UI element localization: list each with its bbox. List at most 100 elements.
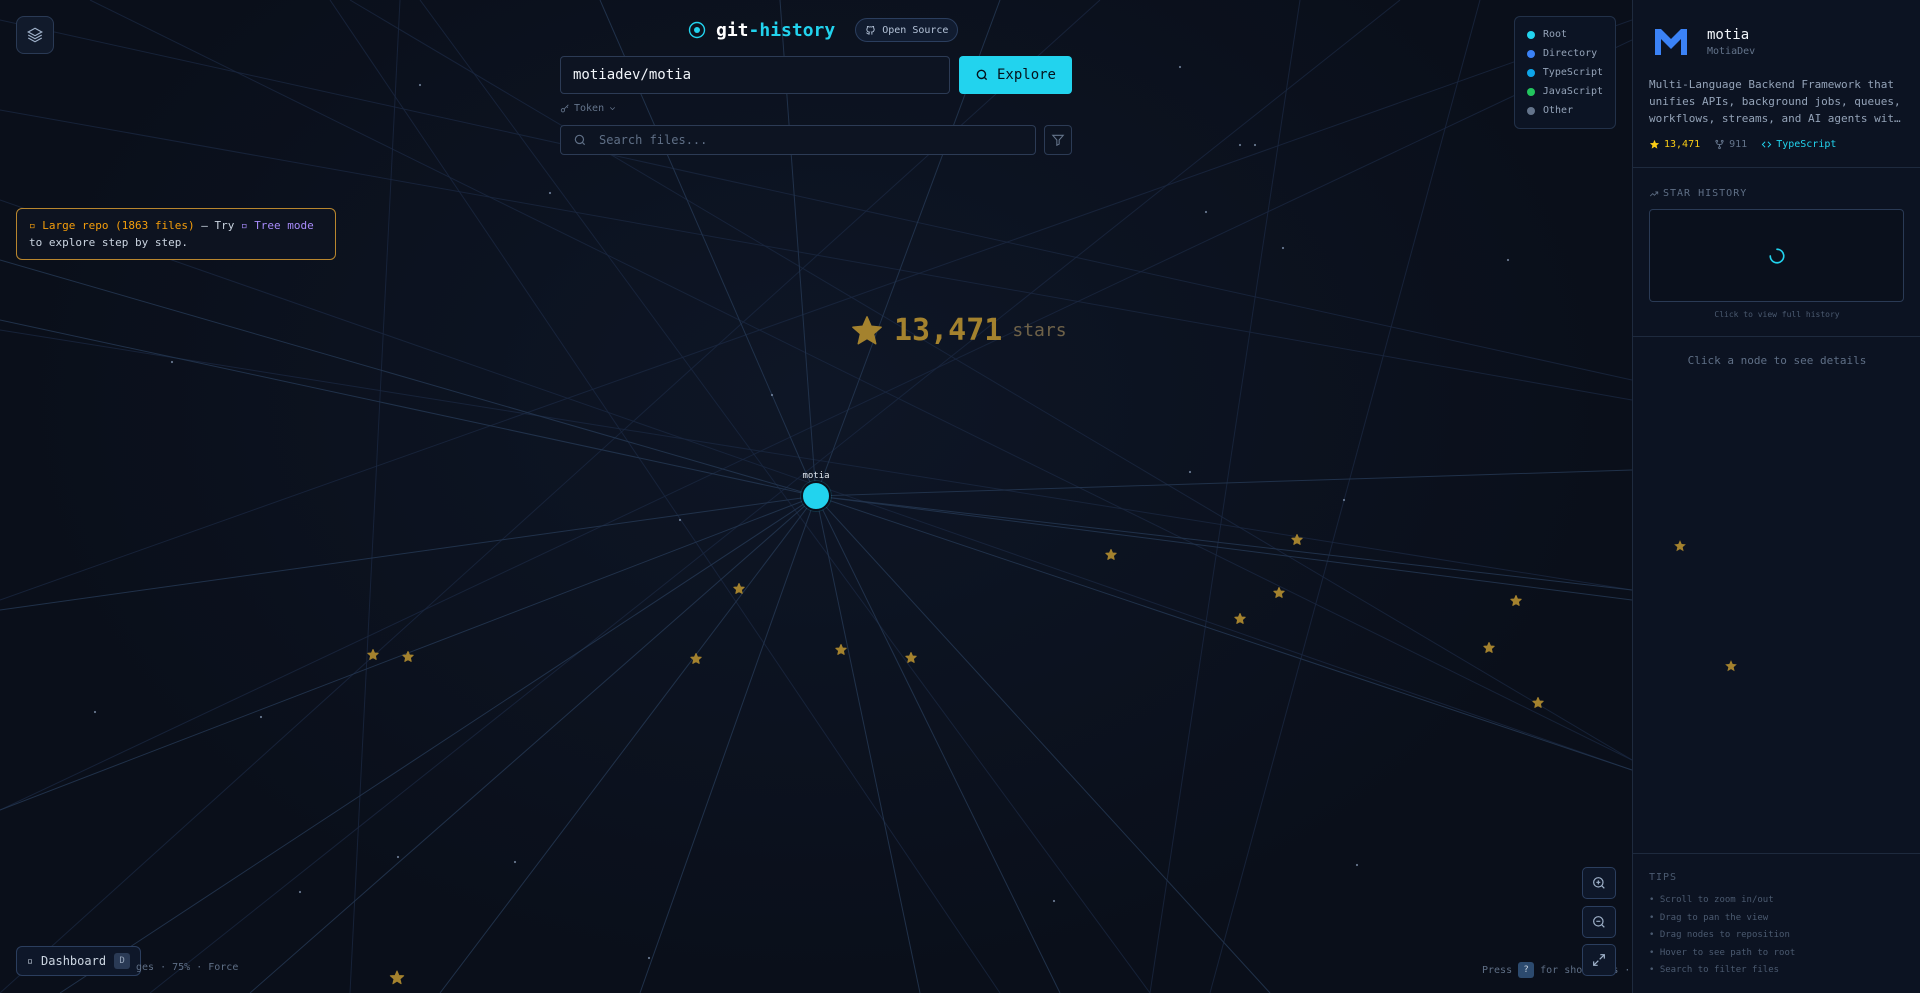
graph-node-dot xyxy=(170,360,174,364)
token-toggle[interactable]: Token xyxy=(560,103,617,114)
star-history-chart[interactable] xyxy=(1649,209,1904,302)
zoom-in-button[interactable] xyxy=(1582,867,1616,899)
layers-icon xyxy=(27,27,43,43)
tree-mode-link[interactable]: ▫ Tree mode xyxy=(241,219,314,232)
filter-button[interactable] xyxy=(1044,125,1072,155)
star-icon xyxy=(852,315,882,344)
graph-edge xyxy=(639,495,817,993)
search-icon xyxy=(976,69,988,81)
legend-item-root: Root xyxy=(1527,25,1603,44)
graph-edge xyxy=(0,19,1632,601)
node-details-section: Click a node to see details xyxy=(1633,337,1920,367)
graph-edge xyxy=(0,39,1632,811)
graph-edge xyxy=(89,0,1632,761)
graph-node-dot xyxy=(298,890,302,894)
dashboard-button[interactable]: ▫ Dashboard D xyxy=(16,946,142,976)
legend-label: JavaScript xyxy=(1542,86,1603,97)
layers-button[interactable] xyxy=(16,16,54,54)
graph-edge xyxy=(815,495,1632,771)
legend-label: Root xyxy=(1543,29,1568,40)
tips-title: TIPS xyxy=(1649,872,1678,883)
legend-item-typescript: TypeScript xyxy=(1527,63,1603,82)
legend: Root Directory TypeScript JavaScript Oth… xyxy=(1514,16,1616,129)
search-icon xyxy=(574,134,586,146)
tips-section: TIPS • Scroll to zoom in/out • Drag to p… xyxy=(1633,853,1920,980)
stargazer-star-icon xyxy=(1234,613,1246,624)
stargazer-star-icon xyxy=(1105,549,1117,560)
graph-edge xyxy=(1149,0,1301,993)
graph-edge xyxy=(439,495,817,993)
graph-status: ges · 75% · Force xyxy=(136,962,239,973)
legend-item-directory: Directory xyxy=(1527,44,1603,63)
legend-label: TypeScript xyxy=(1542,67,1603,78)
stars-value: 13,471 xyxy=(894,313,1003,348)
graph-node-dot xyxy=(1178,65,1182,69)
separator-dot: · xyxy=(1624,964,1631,976)
file-search-input[interactable] xyxy=(597,132,1035,148)
graph-edge xyxy=(0,329,1632,591)
repo-input[interactable] xyxy=(560,56,950,94)
graph-edge xyxy=(815,469,1632,497)
star-count-overlay: 13,471 stars xyxy=(850,313,1067,348)
motia-logo-icon xyxy=(1655,29,1687,55)
warning-icon: ▫ xyxy=(29,219,43,232)
graph-node-dot xyxy=(513,860,517,864)
maximize-icon xyxy=(1593,954,1605,966)
graph-node-dot xyxy=(647,956,651,960)
fit-view-button[interactable] xyxy=(1582,944,1616,976)
file-search[interactable] xyxy=(560,125,1036,155)
repo-stats: 13,471 911 TypeScript xyxy=(1649,139,1905,150)
star-history-label: STAR HISTORY xyxy=(1649,188,1905,199)
open-source-badge[interactable]: Open Source xyxy=(855,18,959,42)
tip-item: • Scroll to zoom in/out xyxy=(1649,895,1774,905)
key-icon xyxy=(560,104,569,112)
trending-up-icon xyxy=(1649,191,1659,196)
legend-dot-javascript xyxy=(1527,87,1535,96)
notice-middle: — Try xyxy=(194,219,241,232)
tip-item: • Hover to see path to root xyxy=(1649,947,1796,958)
graph-node-dot xyxy=(93,710,97,714)
explore-button[interactable]: Explore xyxy=(959,56,1072,94)
star-history-hint[interactable]: Click to view full history xyxy=(1649,310,1905,319)
graph-node-dot xyxy=(418,83,422,87)
graph-edge xyxy=(59,495,817,993)
chevron-down-icon xyxy=(610,107,616,111)
large-repo-notice: ▫ Large repo (1863 files) — Try ▫ Tree m… xyxy=(16,208,336,260)
root-node-label: motia xyxy=(802,471,830,481)
repo-description: Multi-Language Backend Framework that un… xyxy=(1649,78,1901,125)
notice-prefix: Large repo (1863 files) xyxy=(42,219,195,232)
app-title: git-history xyxy=(716,19,836,41)
graph-edge xyxy=(815,495,1632,601)
repo-card: motia MotiaDev Multi-Language Backend Fr… xyxy=(1633,0,1920,150)
graph-edge xyxy=(815,495,1632,591)
github-icon xyxy=(866,25,875,35)
legend-label: Directory xyxy=(1543,48,1598,59)
zoom-in-icon xyxy=(1593,877,1605,889)
shortcut-key: ? xyxy=(1518,962,1535,978)
token-label: Token xyxy=(574,103,605,114)
graph-node-dot xyxy=(1355,863,1359,867)
legend-item-javascript: JavaScript xyxy=(1527,82,1603,101)
brand-header: git-history Open Source xyxy=(688,18,959,42)
forks-stat: 911 xyxy=(1714,139,1747,150)
shortcut-prefix: Press xyxy=(1482,964,1513,976)
star-history-section: STAR HISTORY Click to view full history xyxy=(1633,168,1920,319)
graph-node-dot xyxy=(1188,470,1192,474)
graph-node-dot xyxy=(1253,143,1257,147)
stargazer-star-icon xyxy=(389,970,405,985)
repo-name[interactable]: motia xyxy=(1707,27,1755,43)
stargazer-star-icon xyxy=(1725,660,1737,672)
stargazer-star-icon xyxy=(905,652,917,663)
graph-edge xyxy=(815,495,921,993)
zoom-out-button[interactable] xyxy=(1582,906,1616,938)
loading-spinner-icon xyxy=(1768,247,1785,264)
graph-edge xyxy=(349,0,401,993)
root-node xyxy=(801,481,831,511)
details-panel: motia MotiaDev Multi-Language Backend Fr… xyxy=(1632,0,1920,993)
legend-dot-typescript xyxy=(1527,68,1535,77)
dashboard-icon: ▫ xyxy=(27,955,34,967)
repo-owner[interactable]: MotiaDev xyxy=(1707,46,1755,57)
stargazer-star-icon xyxy=(835,644,847,655)
stargazer-star-icon xyxy=(1510,595,1522,606)
stars-unit: stars xyxy=(1012,320,1067,341)
